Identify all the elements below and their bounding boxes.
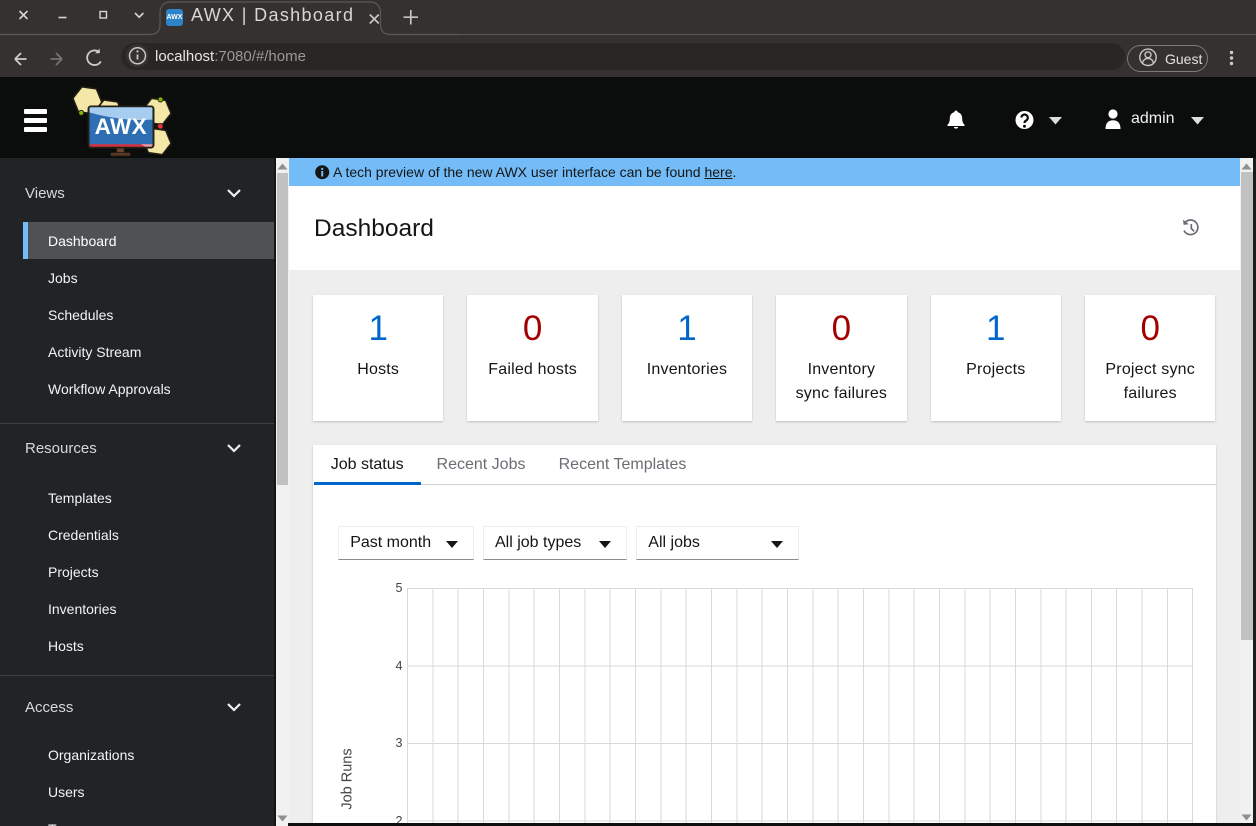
svg-text:AWX: AWX — [95, 114, 147, 139]
